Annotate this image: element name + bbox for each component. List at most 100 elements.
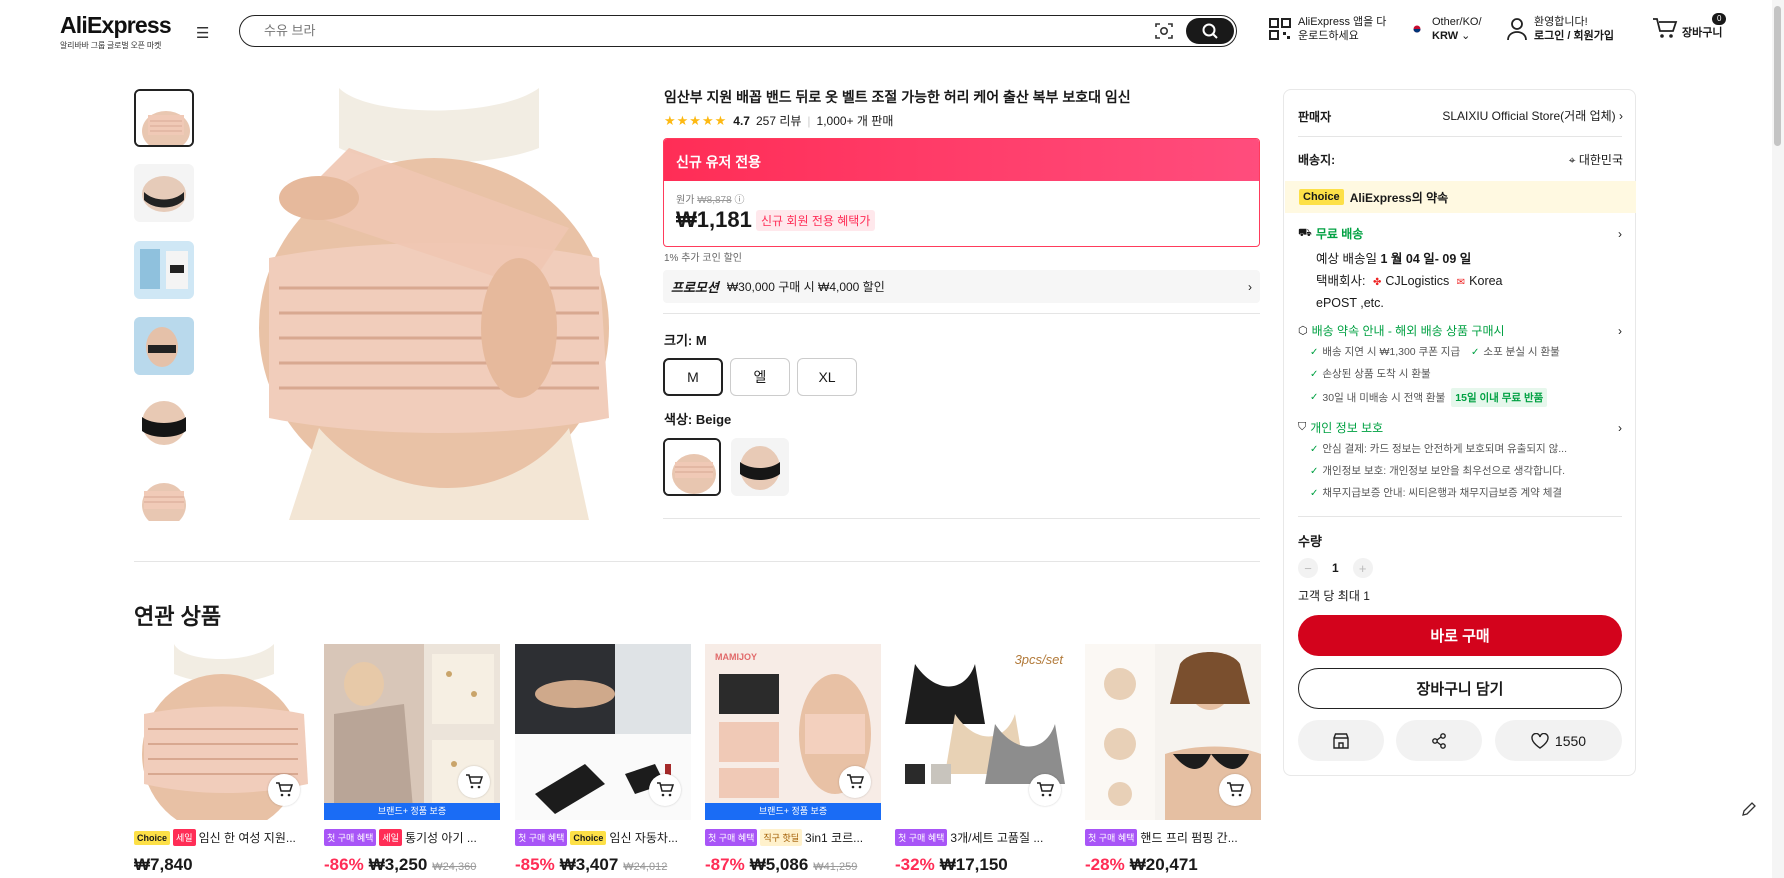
check-icon: ✓ [1310, 347, 1319, 358]
product-thumbnail[interactable] [134, 164, 194, 222]
chevron-right-icon: › [1618, 226, 1622, 241]
product-card[interactable]: Choice 세일 임신 한 여성 지원... ₩7,840 [134, 644, 310, 875]
share-button[interactable] [1396, 720, 1482, 761]
image-search-icon[interactable] [1154, 22, 1174, 40]
chevron-down-icon: ⌄ [1461, 30, 1471, 42]
increase-quantity-button[interactable]: + [1352, 558, 1373, 578]
promotion-row[interactable]: 프로모션 ₩30,000 구매 시 ₩4,000 할인 › [663, 270, 1260, 303]
first-purchase-badge: 첫 구매 혜택 [1085, 829, 1138, 846]
ship-destination[interactable]: ⌖ 대한민국 [1534, 151, 1623, 168]
product-card-image[interactable] [515, 644, 691, 820]
size-option-xl[interactable]: XL [797, 358, 857, 396]
product-thumbnail[interactable] [134, 241, 194, 299]
decrease-quantity-button[interactable]: − [1298, 558, 1318, 578]
product-thumbnail[interactable] [134, 89, 194, 147]
current-price: ₩1,181 [676, 207, 752, 232]
korea-flag-icon [1408, 22, 1426, 36]
add-to-cart-icon[interactable] [1219, 774, 1251, 806]
add-to-cart-icon[interactable] [1029, 774, 1061, 806]
divider [1298, 516, 1622, 517]
product-thumbnail[interactable] [134, 469, 194, 521]
aliexpress-logo[interactable]: AliExpress 알리바바 그룹 글로벌 오픈 마켓 [60, 12, 172, 51]
scrollbar-thumb[interactable] [1774, 6, 1781, 146]
first-purchase-badge: 첫 구매 혜택 [515, 829, 568, 846]
cj-logo-icon: ✤ [1372, 277, 1382, 288]
product-card[interactable]: 첫 구매 혜택 Choice 임신 자동차... -85% ₩3,407 ₩24,0… [515, 644, 691, 875]
cart-link[interactable]: 0 장바구니 [1652, 13, 1727, 40]
product-card[interactable]: 첫 구매 혜택 핸드 프리 펌핑 간... -28% ₩20,471 [1085, 644, 1261, 875]
first-purchase-badge: 첫 구매 혜택 [705, 829, 758, 846]
app-download[interactable]: AliExpress 앱을 다 운로드하세요 [1268, 15, 1386, 43]
product-card-image[interactable] [134, 644, 310, 820]
product-card-title: 3in1 코르... [805, 831, 864, 845]
add-to-cart-button[interactable]: 장바구니 담기 [1298, 668, 1622, 709]
feedback-edit-icon[interactable] [1738, 798, 1760, 820]
size-option-l[interactable]: 엘 [730, 358, 790, 396]
store-button[interactable] [1298, 720, 1384, 761]
discount-percent: -32% [895, 855, 935, 874]
product-card-price: ₩3,250 [368, 855, 428, 874]
product-thumbnail[interactable] [134, 317, 194, 375]
divider [663, 518, 1260, 519]
account-menu[interactable]: 환영합니다! 로그인 / 회원가입 [1506, 15, 1614, 43]
qr-code-icon [1269, 18, 1291, 40]
discount-percent: -86% [324, 855, 364, 874]
chevron-right-icon: › [1248, 279, 1252, 294]
sale-badge: 세일 [173, 829, 196, 846]
product-card-image[interactable]: MAMIJOY 브랜드+ 정품 보증 [705, 644, 881, 820]
check-icon: ✓ [1310, 369, 1319, 380]
privacy-row[interactable]: ⛉ 개인 정보 보호 › [1298, 419, 1622, 436]
set-label-text: 3pcs/set [1014, 652, 1063, 667]
quantity-value: 1 [1332, 561, 1339, 575]
color-option-beige[interactable] [663, 438, 721, 496]
product-card[interactable]: 3pcs/set 첫 구매 혜택 3개/세트 고품질 ... -32% ₩17,1… [895, 644, 1071, 875]
product-title: 임산부 지원 배꼽 밴드 뒤로 옷 벨트 조절 가능한 허리 케어 출산 복부 … [664, 89, 1131, 105]
check-icon: ✓ [1310, 444, 1319, 455]
choice-badge: Choice [134, 830, 171, 845]
info-icon[interactable]: ⓘ [734, 195, 744, 206]
buy-now-button[interactable]: 바로 구매 [1298, 615, 1622, 656]
choice-promise-bar: Choice AliExpress의 약속 [1285, 181, 1636, 213]
region-selector[interactable]: Other/KO/KRW ⌄ [1408, 15, 1482, 43]
product-card-image[interactable] [1085, 644, 1261, 820]
free-shipping-row[interactable]: ⛟ 무료 배송 › [1298, 225, 1622, 242]
chevron-right-icon: › [1618, 323, 1622, 338]
add-to-cart-icon[interactable] [458, 766, 490, 798]
product-card[interactable]: MAMIJOY 브랜드+ 정품 보증 첫 구매 혜택 직구 핫딜 3in1 코르… [705, 644, 881, 875]
original-price: ₩24,360 [432, 861, 477, 873]
add-to-cart-icon[interactable] [839, 766, 871, 798]
first-purchase-badge: 첫 구매 혜택 [324, 829, 377, 846]
original-price: ₩24,012 [623, 861, 668, 873]
menu-icon[interactable]: ☰ [196, 24, 209, 42]
original-price: ₩41,259 [813, 861, 858, 873]
delivery-promise-row[interactable]: ⬡ 배송 약속 안내 - 해외 배송 상품 구매시 › [1298, 322, 1622, 339]
product-card-price: ₩3,407 [559, 855, 619, 874]
cart-count-badge: 0 [1712, 13, 1727, 25]
search-bar [239, 15, 1237, 47]
divider [134, 561, 1260, 562]
search-input[interactable] [264, 23, 1064, 38]
seller-link[interactable]: SLAIXIU Official Store(거래 업체) › [1415, 107, 1623, 124]
product-card-image[interactable]: 브랜드+ 정품 보증 [324, 644, 500, 820]
search-button[interactable] [1186, 18, 1234, 44]
brand-logo-text: MAMIJOY [715, 652, 758, 662]
first-purchase-badge: 첫 구매 혜택 [895, 829, 948, 846]
color-label: 색상: Beige [664, 412, 732, 427]
product-card[interactable]: 브랜드+ 정품 보증 첫 구매 혜택 세일 통기성 아기 ... -86% ₩3,… [324, 644, 500, 875]
divider [663, 313, 1260, 314]
main-product-image[interactable] [229, 88, 641, 520]
product-thumbnail[interactable] [134, 393, 194, 451]
heart-icon [1531, 732, 1549, 749]
add-to-cart-icon[interactable] [268, 774, 300, 806]
reviews-link[interactable]: 257 리뷰 [756, 112, 801, 129]
color-option-black[interactable] [731, 438, 789, 496]
purchase-side-panel: 판매자 SLAIXIU Official Store(거래 업체) › 배송지:… [1283, 89, 1636, 776]
product-card-title: 핸드 프리 펌핑 간... [1140, 831, 1238, 845]
size-option-m[interactable]: M [663, 358, 723, 396]
product-card-image[interactable]: 3pcs/set [895, 644, 1071, 820]
wishlist-button[interactable]: 1550 [1495, 720, 1622, 761]
discount-percent: -85% [515, 855, 555, 874]
product-card-price: ₩17,150 [939, 855, 1008, 874]
product-card-title: 3개/세트 고품질 ... [950, 831, 1044, 845]
add-to-cart-icon[interactable] [649, 774, 681, 806]
